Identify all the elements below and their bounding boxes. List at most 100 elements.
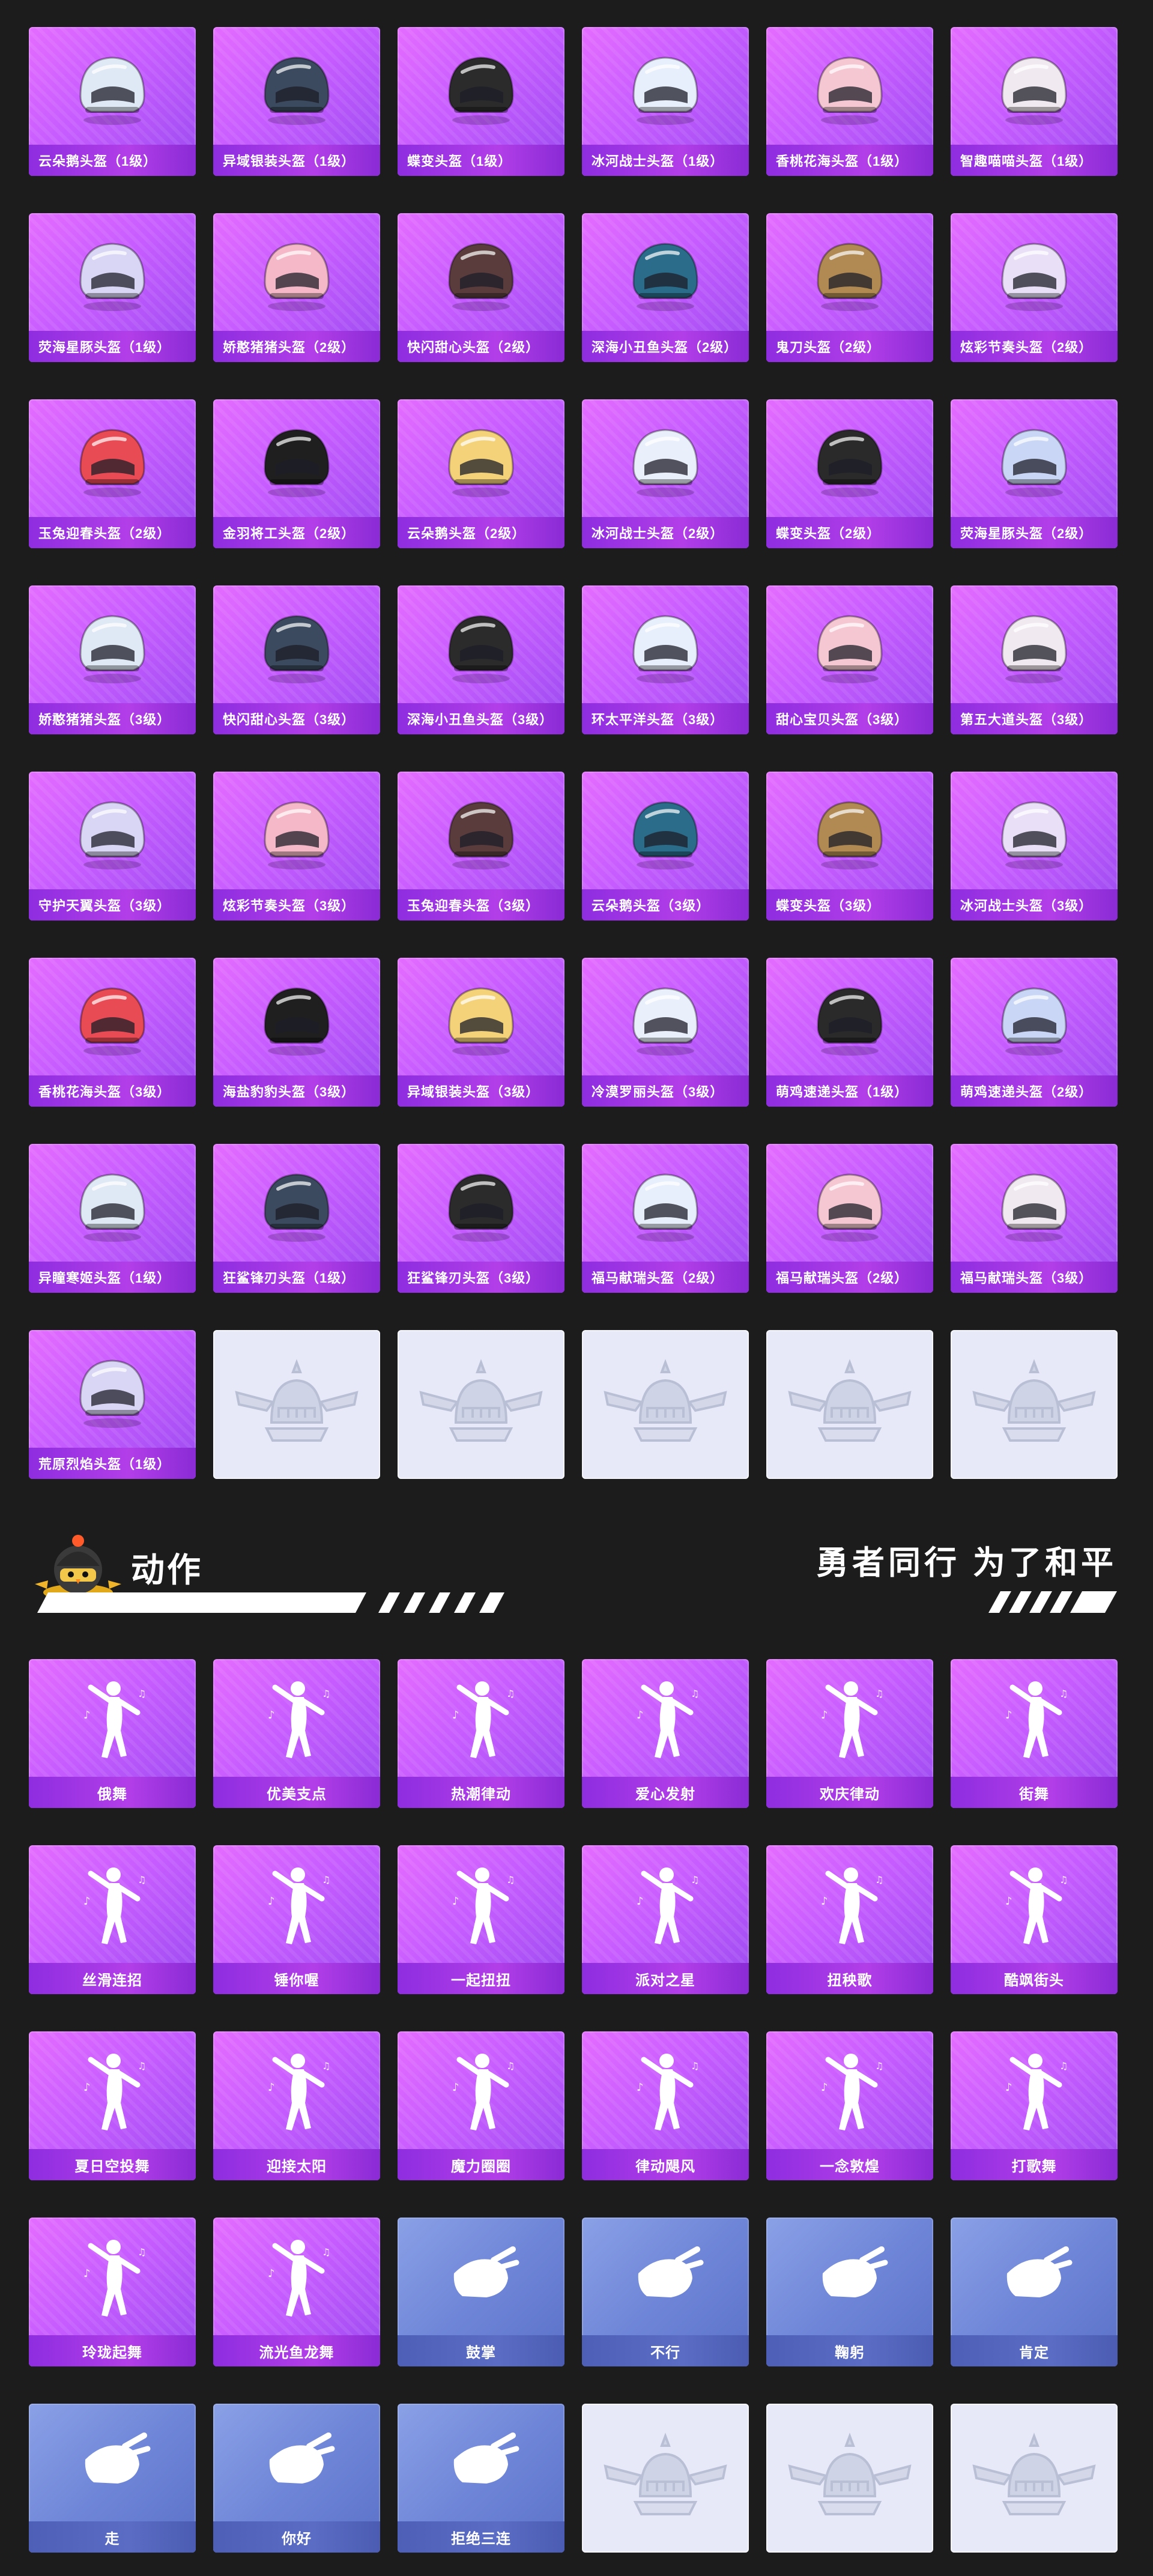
helmet-card[interactable]: 玉兔迎春头盔（3级） xyxy=(398,772,564,921)
emote-card[interactable]: ♪ ♫ 街舞 xyxy=(951,1659,1118,1808)
helmet-card[interactable]: 福马献瑞头盔（2级） xyxy=(766,1144,933,1293)
card-art: ♪ ♫ xyxy=(951,1659,1118,1777)
gesture-emote-card[interactable]: 拒绝三连 xyxy=(398,2404,564,2553)
emote-card[interactable]: ♪ ♫ 打歌舞 xyxy=(951,2031,1118,2180)
dancer-silhouette-icon: ♪ ♫ xyxy=(821,2054,883,2130)
card-art xyxy=(582,772,749,889)
svg-text:♪: ♪ xyxy=(452,1895,459,1908)
emote-card[interactable]: ♪ ♫ 优美支点 xyxy=(213,1659,380,1808)
helmet-card[interactable]: 娇憨猪猪头盔（2级） xyxy=(213,213,380,362)
helmet-card[interactable]: 环太平洋头盔（3级） xyxy=(582,585,749,734)
card-label: 蝶变头盔（3级） xyxy=(766,889,933,921)
helmet-card[interactable]: 异域银装头盔（1级） xyxy=(213,27,380,176)
gesture-emote-card[interactable]: 肯定 xyxy=(951,2218,1118,2366)
helmet-card[interactable]: 云朵鹅头盔（2级） xyxy=(398,399,564,548)
dancer-silhouette-icon: ♪ ♫ xyxy=(268,2240,330,2317)
helmet-card[interactable]: 异域银装头盔（3级） xyxy=(398,958,564,1107)
helmet-icon xyxy=(1001,243,1067,311)
helmet-icon xyxy=(79,243,145,311)
helmet-card[interactable]: 蝶变头盔（1级） xyxy=(398,27,564,176)
svg-text:♫: ♫ xyxy=(1059,2060,1068,2072)
helmet-card[interactable]: 娇憨猪猪头盔（3级） xyxy=(29,585,196,734)
helmet-card[interactable]: 深海小丑鱼头盔（2级） xyxy=(582,213,749,362)
emote-card[interactable]: ♪ ♫ 夏日空投舞 xyxy=(29,2031,196,2180)
helmet-card[interactable]: 快闪甜心头盔（3级） xyxy=(213,585,380,734)
dancer-silhouette-icon: ♪ ♫ xyxy=(1005,2054,1068,2130)
svg-text:♫: ♫ xyxy=(506,1688,515,1699)
card-art xyxy=(951,772,1118,889)
helmet-card[interactable]: 金羽将工头盔（2级） xyxy=(213,399,380,548)
card-art xyxy=(951,958,1118,1075)
emote-card[interactable]: ♪ ♫ 一念敦煌 xyxy=(766,2031,933,2180)
helmet-card[interactable]: 蝶变头盔（2级） xyxy=(766,399,933,548)
helmet-card[interactable]: 狂鲨锋刃头盔（3级） xyxy=(398,1144,564,1293)
emote-card[interactable]: ♪ ♫ 热潮律动 xyxy=(398,1659,564,1808)
emote-card[interactable]: ♪ ♫ 迎接太阳 xyxy=(213,2031,380,2180)
helmet-card[interactable]: 冰河战士头盔（1级） xyxy=(582,27,749,176)
emote-card[interactable]: ♪ ♫ 玲珑起舞 xyxy=(29,2218,196,2366)
card-label: 冰河战士头盔（3级） xyxy=(951,889,1118,921)
helmet-card[interactable]: 炫彩节奏头盔（2级） xyxy=(951,213,1118,362)
card-label: 炫彩节奏头盔（3级） xyxy=(213,889,380,921)
emote-card[interactable]: ♪ ♫ 流光鱼龙舞 xyxy=(213,2218,380,2366)
emote-card[interactable]: ♪ ♫ 律动飓风 xyxy=(582,2031,749,2180)
card-art xyxy=(766,399,933,517)
emote-card[interactable]: ♪ ♫ 俄舞 xyxy=(29,1659,196,1808)
helmet-card[interactable]: 守护天翼头盔（3级） xyxy=(29,772,196,921)
helmet-card[interactable]: 狂鲨锋刃头盔（1级） xyxy=(213,1144,380,1293)
helmet-card[interactable]: 深海小丑鱼头盔（3级） xyxy=(398,585,564,734)
emote-card[interactable]: ♪ ♫ 魔力圈圈 xyxy=(398,2031,564,2180)
helmet-card[interactable]: 萌鸡速递头盔（2级） xyxy=(951,958,1118,1107)
gesture-emote-card[interactable]: 不行 xyxy=(582,2218,749,2366)
helmet-icon xyxy=(448,1173,514,1242)
emote-card[interactable]: ♪ ♫ 爱心发射 xyxy=(582,1659,749,1808)
emote-card[interactable]: ♪ ♫ 丝滑连招 xyxy=(29,1845,196,1994)
helmet-card[interactable]: 玉兔迎春头盔（2级） xyxy=(29,399,196,548)
helmet-card[interactable]: 福马献瑞头盔（2级） xyxy=(582,1144,749,1293)
helmet-card[interactable]: 异瞳寒姬头盔（1级） xyxy=(29,1144,196,1293)
helmet-card[interactable]: 荧海星豚头盔（2级） xyxy=(951,399,1118,548)
gesture-emote-card[interactable]: 鞠躬 xyxy=(766,2218,933,2366)
helmet-card[interactable]: 荧海星豚头盔（1级） xyxy=(29,213,196,362)
helmet-card[interactable]: 荒原烈焰头盔（1级） xyxy=(29,1330,196,1479)
helmet-card[interactable]: 香桃花海头盔（3级） xyxy=(29,958,196,1107)
emote-card[interactable]: ♪ ♫ 派对之星 xyxy=(582,1845,749,1994)
helmet-card[interactable]: 炫彩节奏头盔（3级） xyxy=(213,772,380,921)
card-label: 云朵鹅头盔（1级） xyxy=(29,145,196,176)
card-label: 鬼刀头盔（2级） xyxy=(766,331,933,362)
helmet-card[interactable]: 冰河战士头盔（2级） xyxy=(582,399,749,548)
helmet-card[interactable]: 甜心宝贝头盔（3级） xyxy=(766,585,933,734)
card-art xyxy=(398,27,564,145)
helmet-card[interactable]: 鬼刀头盔（2级） xyxy=(766,213,933,362)
helmet-card[interactable]: 快闪甜心头盔（2级） xyxy=(398,213,564,362)
dancer-silhouette-icon: ♪ ♫ xyxy=(821,1681,883,1758)
helmet-card[interactable]: 香桃花海头盔（1级） xyxy=(766,27,933,176)
emote-card[interactable]: ♪ ♫ 酷飒街头 xyxy=(951,1845,1118,1994)
card-art xyxy=(582,958,749,1075)
helmet-card[interactable]: 蝶变头盔（3级） xyxy=(766,772,933,921)
card-label: 街舞 xyxy=(951,1777,1118,1808)
helmet-card[interactable]: 云朵鹅头盔（3级） xyxy=(582,772,749,921)
helmet-icon xyxy=(448,615,514,683)
helmet-icon xyxy=(264,429,330,497)
emote-card[interactable]: ♪ ♫ 一起扭扭 xyxy=(398,1845,564,1994)
helmet-card[interactable]: 智趣喵喵头盔（1级） xyxy=(951,27,1118,176)
gesture-emote-card[interactable]: 你好 xyxy=(213,2404,380,2553)
svg-text:♪: ♪ xyxy=(83,1709,91,1722)
gesture-emote-card[interactable]: 鼓掌 xyxy=(398,2218,564,2366)
helmet-card[interactable]: 萌鸡速递头盔（1级） xyxy=(766,958,933,1107)
section-header: 动作 勇者同行 为了和平 xyxy=(0,1501,1153,1621)
helmet-icon xyxy=(632,1173,698,1242)
helmet-card[interactable]: 云朵鹅头盔（1级） xyxy=(29,27,196,176)
helmet-card[interactable]: 第五大道头盔（3级） xyxy=(951,585,1118,734)
helmet-card[interactable]: 冷漠罗丽头盔（3级） xyxy=(582,958,749,1107)
card-art xyxy=(398,2404,564,2521)
helmet-card[interactable]: 福马献瑞头盔（3级） xyxy=(951,1144,1118,1293)
gesture-emote-card[interactable]: 走 xyxy=(29,2404,196,2553)
helmet-card[interactable]: 冰河战士头盔（3级） xyxy=(951,772,1118,921)
emote-card[interactable]: ♪ ♫ 欢庆律动 xyxy=(766,1659,933,1808)
helmet-card[interactable]: 海盐豹豹头盔（3级） xyxy=(213,958,380,1107)
emote-card[interactable]: ♪ ♫ 扭秧歌 xyxy=(766,1845,933,1994)
helmet-icon xyxy=(817,429,883,497)
emote-card[interactable]: ♪ ♫ 锤你喔 xyxy=(213,1845,380,1994)
